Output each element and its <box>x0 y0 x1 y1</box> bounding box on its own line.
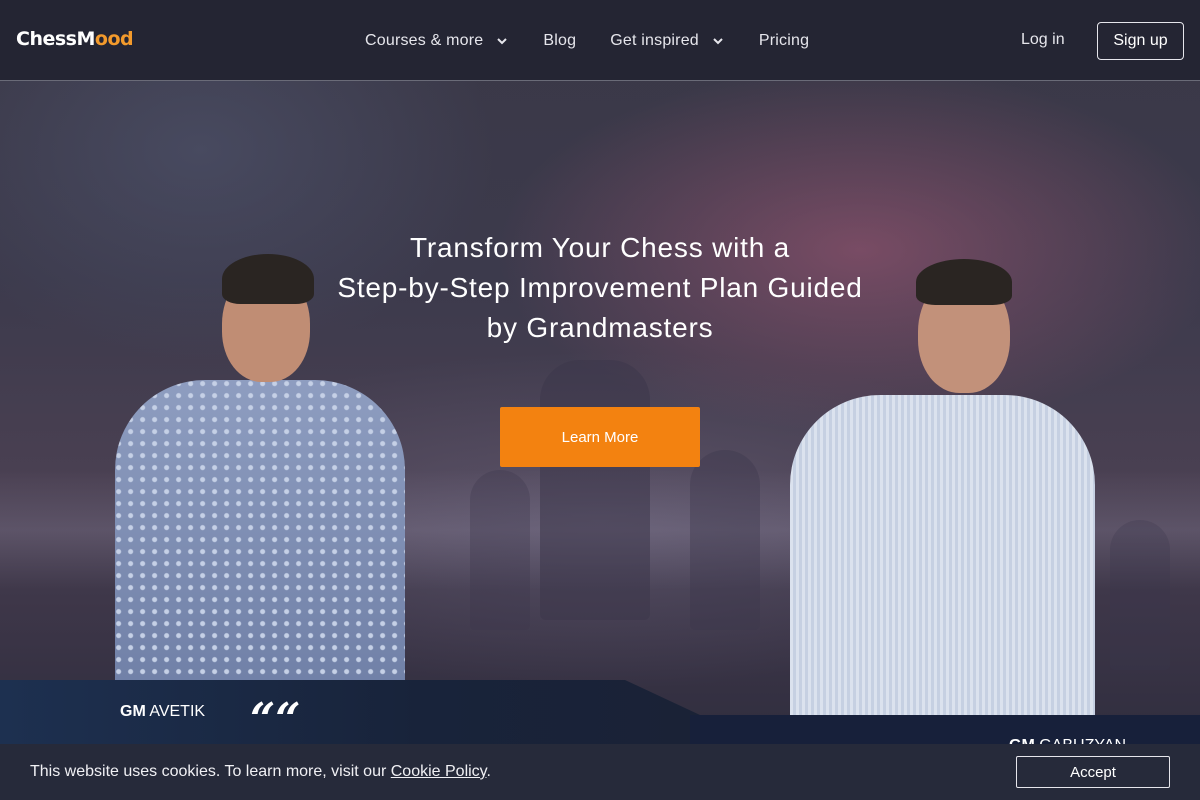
cookie-message: This website uses cookies. To learn more… <box>30 763 491 781</box>
nav-label: Courses & more <box>365 31 484 49</box>
coach-right-shirt <box>790 395 1095 715</box>
nav-label: Pricing <box>758 31 810 49</box>
nav-get-inspired-dropdown[interactable]: Get inspired <box>610 32 725 50</box>
coach-name: AVETIK <box>149 703 206 720</box>
headline-line: Transform Your Chess with a <box>409 232 791 263</box>
nav-label: Get inspired <box>610 31 699 49</box>
signup-button[interactable]: Sign up <box>1097 22 1184 60</box>
headline-line: Step-by-Step Improvement Plan Guided <box>337 272 863 303</box>
logo-text-accent: ood <box>94 28 134 50</box>
hero-headline: Transform Your Chess with a Step-by-Step… <box>300 228 900 348</box>
chess-piece-shape <box>470 470 530 630</box>
nav-label: Blog <box>543 31 577 49</box>
accept-cookies-button[interactable]: Accept <box>1016 756 1170 788</box>
coach-title: GM <box>120 703 146 720</box>
cookie-text: This website uses cookies. To learn more… <box>30 763 387 780</box>
login-link[interactable]: Log in <box>1021 31 1065 49</box>
chevron-down-icon <box>497 37 508 44</box>
main-nav: Courses & more Blog Get inspired Pricing <box>365 0 843 81</box>
coach-left-shirt <box>115 380 405 700</box>
cookie-policy-link[interactable]: Cookie Policy <box>391 763 487 780</box>
coach-right-hair <box>916 259 1012 305</box>
chess-piece-shape <box>1110 520 1170 670</box>
cookie-banner: This website uses cookies. To learn more… <box>0 744 1200 800</box>
chess-piece-shape <box>690 450 760 630</box>
logo-text: ChessM <box>16 28 95 50</box>
nav-blog-link[interactable]: Blog <box>543 32 576 50</box>
chess-piece-shape <box>540 360 650 620</box>
headline-line: by Grandmasters <box>486 312 714 343</box>
coach-left-name: GM AVETIK <box>120 703 205 721</box>
quote-icon: ““ <box>250 694 301 745</box>
nav-pricing-link[interactable]: Pricing <box>759 32 809 50</box>
top-navbar: ChessMood Courses & more Blog Get inspir… <box>0 0 1200 81</box>
nav-courses-dropdown[interactable]: Courses & more <box>365 32 509 50</box>
learn-more-button[interactable]: Learn More <box>500 407 700 467</box>
cookie-suffix: . <box>486 763 491 780</box>
chevron-down-icon <box>713 37 723 44</box>
chessmood-logo[interactable]: ChessMood <box>16 28 134 50</box>
